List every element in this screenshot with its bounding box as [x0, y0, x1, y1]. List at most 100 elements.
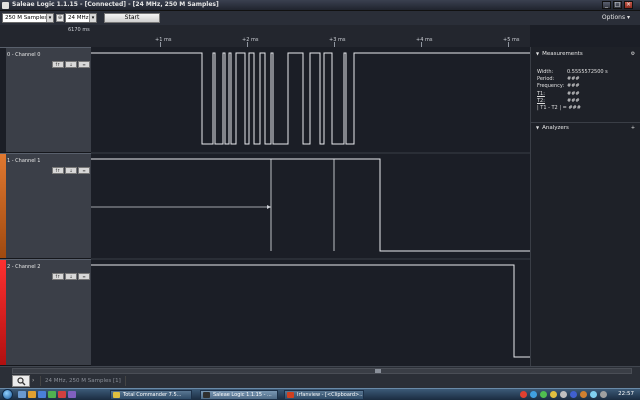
saleae-icon [203, 392, 210, 398]
side-panel: ▼ Measurements ⚙ Width: 0.5555572500 s Pe… [530, 47, 640, 366]
title-bar: Saleae Logic 1.1.15 - [Connected] - [24 … [0, 0, 640, 11]
period-value: ### [567, 76, 580, 82]
browser-icon[interactable] [38, 391, 46, 398]
channel-2-color [0, 260, 6, 365]
menu-button[interactable]: ≡ [78, 273, 90, 280]
edge-button[interactable]: ↓ [65, 273, 77, 280]
triangle-down-icon: ▼ [536, 125, 540, 130]
menu-button[interactable]: ≡ [78, 61, 90, 68]
tick-label: +5 ms [503, 37, 520, 43]
cursor-time-label: 6170 ms [68, 27, 90, 33]
tray-icon[interactable] [530, 391, 537, 398]
app-icon [2, 2, 9, 9]
channel-0-buttons: f↑ ↓ ≡ [52, 51, 91, 70]
t1-t2-difference: | T1 - T2 | = ### [537, 105, 581, 111]
channel-2-label: 2 - Channel 2 [7, 264, 41, 270]
chevron-right-icon[interactable]: › [32, 377, 34, 384]
rate-value: 24 MHz [68, 15, 89, 21]
window-title: Saleae Logic 1.1.15 - [Connected] - [24 … [12, 1, 219, 8]
trigger-button[interactable]: f↑ [52, 167, 64, 174]
saleae-logic-window: Saleae Logic 1.1.15 - [Connected] - [24 … [0, 0, 640, 400]
trigger-button[interactable]: f↑ [52, 273, 64, 280]
chevron-down-icon[interactable]: ▾ [89, 14, 96, 22]
total-commander-icon [113, 392, 120, 398]
t1-value: ### [567, 91, 580, 97]
tray-icon[interactable] [550, 391, 557, 398]
t2-value: ### [567, 98, 580, 104]
channel-0-label: 0 - Channel 0 [7, 52, 41, 58]
task-label: Irfanview - [<Clipboard>... [297, 392, 364, 398]
t1-link[interactable]: T1: [537, 91, 545, 97]
volume-icon[interactable] [590, 391, 597, 398]
edge-button[interactable]: ↓ [65, 167, 77, 174]
task-label: Saleae Logic 1.1.15 - ... [213, 392, 272, 398]
triangle-down-icon: ▼ [536, 51, 540, 56]
frequency-label: Frequency: [537, 83, 565, 89]
taskbar-total-commander[interactable]: Total Commander 7.5... [110, 390, 192, 400]
menu-button[interactable]: ≡ [78, 167, 90, 174]
t2-link[interactable]: T2: [537, 98, 545, 104]
toolbar: 250 M Samples ▾ ⊕ 24 MHz ▾ Start Options… [0, 11, 640, 25]
options-menu[interactable]: Options ▾ [602, 14, 630, 21]
waveform-area[interactable] [91, 47, 530, 366]
frequency-value: ### [567, 83, 580, 89]
samples-select[interactable]: 250 M Samples ▾ [2, 13, 54, 23]
rate-select[interactable]: 24 MHz ▾ [65, 13, 97, 23]
channel-1-buttons: f↑ ↓ ≡ [52, 157, 91, 176]
add-analyzer-icon[interactable]: + [629, 125, 637, 131]
channel-2-buttons: f↑ ↓ ≡ [52, 263, 91, 282]
tray-icon[interactable] [570, 391, 577, 398]
task-label: Total Commander 7.5... [123, 392, 182, 398]
period-label: Period: [537, 76, 555, 82]
settings-icon[interactable]: ⊕ [56, 14, 64, 22]
tray-icon[interactable] [580, 391, 587, 398]
tick-label: +4 ms [416, 37, 433, 43]
windows-start-icon[interactable] [2, 389, 13, 400]
time-ruler[interactable]: 6170 ms +1 ms +2 ms +3 ms +4 ms +5 ms [0, 25, 530, 47]
network-icon[interactable] [600, 391, 607, 398]
session-tab[interactable]: 24 MHz, 250 M Samples [1] [40, 376, 126, 386]
minimize-button[interactable]: _ [602, 1, 611, 9]
analyzers-title: Analyzers [542, 125, 569, 131]
chevron-down-icon[interactable]: ▾ [46, 14, 53, 22]
analyzers-header[interactable]: ▼ Analyzers + [531, 122, 640, 132]
app-icon[interactable] [68, 391, 76, 398]
scroll-thumb[interactable] [375, 369, 381, 373]
channel-2-panel[interactable]: 2 - Channel 2 f↑ ↓ ≡ [0, 259, 91, 366]
gear-icon[interactable]: ⚙ [629, 51, 637, 57]
width-label: Width: [537, 69, 554, 75]
width-value: 0.5555572500 s [567, 69, 608, 75]
channel-1-panel[interactable]: 1 - Channel 1 f↑ ↓ ≡ [0, 153, 91, 259]
close-button[interactable]: × [624, 1, 633, 9]
edge-button[interactable]: ↓ [65, 61, 77, 68]
windows-taskbar: Total Commander 7.5... Saleae Logic 1.1.… [0, 388, 640, 400]
channel-1-color [0, 154, 6, 258]
app-icon[interactable] [58, 391, 66, 398]
trigger-button[interactable]: f↑ [52, 61, 64, 68]
taskbar-clock[interactable]: 22:57 [618, 391, 634, 397]
search-tab[interactable] [12, 375, 30, 387]
horizontal-scrollbar[interactable] [12, 368, 632, 374]
start-button[interactable]: Start [104, 13, 160, 23]
samples-value: 250 M Samples [5, 15, 48, 21]
session-tab-bar: › 24 MHz, 250 M Samples [1] [0, 366, 640, 388]
tray-icon[interactable] [540, 391, 547, 398]
folder-icon[interactable] [28, 391, 36, 398]
channel-0-panel[interactable]: 0 - Channel 0 f↑ ↓ ≡ [0, 47, 91, 153]
tick-label: +2 ms [242, 37, 259, 43]
measurements-header[interactable]: ▼ Measurements ⚙ [531, 49, 640, 59]
taskbar-irfanview[interactable]: Irfanview - [<Clipboard>... [284, 390, 364, 400]
measurements-title: Measurements [542, 51, 583, 57]
taskbar-saleae-logic[interactable]: Saleae Logic 1.1.15 - ... [200, 390, 278, 400]
app-icon[interactable] [48, 391, 56, 398]
tick-label: +3 ms [329, 37, 346, 43]
maximize-button[interactable]: □ [613, 1, 622, 9]
tick-label: +1 ms [155, 37, 172, 43]
channel-1-label: 1 - Channel 1 [7, 158, 41, 164]
channel-0-color [0, 48, 6, 152]
show-desktop-icon[interactable] [18, 391, 26, 398]
irfanview-icon [287, 392, 294, 398]
search-icon [17, 377, 26, 386]
tray-icon[interactable] [520, 391, 527, 398]
tray-icon[interactable] [560, 391, 567, 398]
